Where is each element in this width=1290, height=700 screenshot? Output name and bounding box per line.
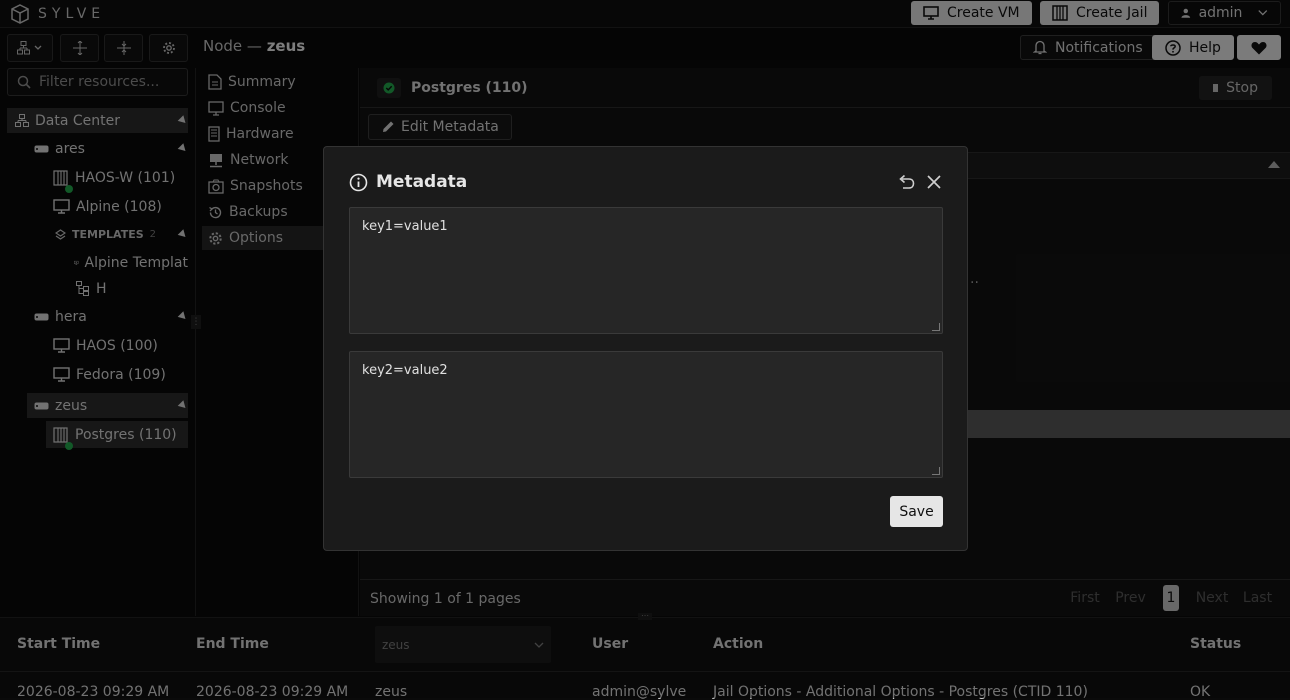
resize-grip[interactable] xyxy=(932,323,940,331)
metadata-field-2-value: key2=value2 xyxy=(362,363,448,378)
dialog-title: Metadata xyxy=(349,172,467,192)
save-button[interactable]: Save xyxy=(890,496,943,527)
metadata-dialog: Metadata key1=value1 key2=value2 Save xyxy=(323,146,968,551)
dialog-title-text: Metadata xyxy=(376,172,468,192)
info-icon xyxy=(349,173,368,191)
metadata-field-2[interactable]: key2=value2 xyxy=(349,351,943,478)
metadata-field-1[interactable]: key1=value1 xyxy=(349,207,943,334)
reset-icon[interactable] xyxy=(898,174,915,190)
metadata-field-1-value: key1=value1 xyxy=(362,219,448,234)
close-icon[interactable] xyxy=(927,175,941,189)
resize-grip[interactable] xyxy=(932,467,940,475)
